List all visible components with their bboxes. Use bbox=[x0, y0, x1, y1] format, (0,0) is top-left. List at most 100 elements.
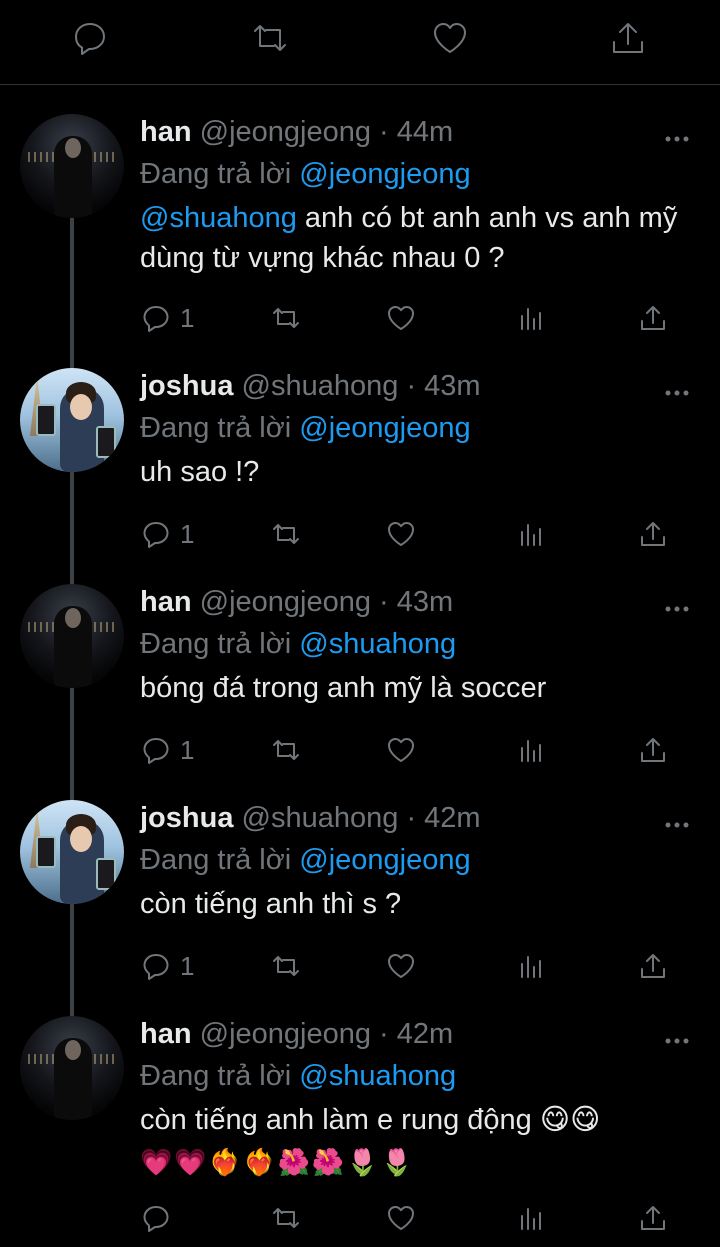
display-name[interactable]: joshua bbox=[140, 370, 233, 402]
more-options-icon[interactable] bbox=[662, 122, 692, 142]
display-name[interactable]: han bbox=[140, 1018, 192, 1050]
user-handle[interactable]: @jeongjeong bbox=[200, 116, 371, 148]
tweet-text: bóng đá trong anh mỹ là soccer bbox=[140, 672, 547, 704]
retweet-button[interactable] bbox=[270, 728, 302, 772]
avatar[interactable] bbox=[20, 114, 124, 218]
retweet-icon bbox=[273, 1208, 299, 1228]
heart-icon bbox=[388, 522, 414, 546]
tweet-header: han @jeongjeong · 44m bbox=[140, 114, 700, 154]
heart-icon bbox=[388, 1206, 414, 1230]
avatar[interactable] bbox=[20, 1016, 124, 1120]
replying-label: Đang trả lời bbox=[140, 844, 292, 876]
more-options-icon[interactable] bbox=[662, 1024, 692, 1044]
reply-icon[interactable] bbox=[70, 18, 110, 58]
share-icon bbox=[641, 954, 665, 978]
user-handle[interactable]: @jeongjeong bbox=[200, 586, 371, 618]
analytics-button[interactable] bbox=[515, 296, 547, 340]
replying-to-line: Đang trả lời @jeongjeong bbox=[140, 154, 700, 194]
user-handle[interactable]: @shuahong bbox=[242, 802, 399, 834]
more-options-icon[interactable] bbox=[662, 592, 692, 612]
user-handle[interactable]: @jeongjeong bbox=[200, 1018, 371, 1050]
analytics-icon bbox=[521, 524, 541, 546]
heart-icon bbox=[388, 738, 414, 762]
reply-button[interactable]: 1 bbox=[140, 728, 194, 772]
mention-link[interactable]: @shuahong bbox=[140, 202, 297, 234]
analytics-icon bbox=[521, 1208, 541, 1230]
tweet-text: còn tiếng anh làm e rung động 😋😋 bbox=[140, 1104, 601, 1136]
thread-connector bbox=[70, 218, 74, 370]
retweet-icon bbox=[273, 740, 299, 760]
analytics-button[interactable] bbox=[515, 1196, 547, 1240]
share-button[interactable] bbox=[637, 512, 669, 556]
retweet-icon bbox=[273, 524, 299, 544]
retweet-button[interactable] bbox=[270, 296, 302, 340]
display-name[interactable]: han bbox=[140, 116, 192, 148]
replying-label: Đang trả lời bbox=[140, 158, 292, 190]
tweet-actions: 1 bbox=[140, 296, 700, 340]
share-button[interactable] bbox=[637, 1196, 669, 1240]
timestamp[interactable]: 44m bbox=[397, 116, 453, 148]
share-icon bbox=[641, 522, 665, 546]
avatar[interactable] bbox=[20, 800, 124, 904]
reply-icon bbox=[143, 1206, 169, 1232]
share-icon[interactable] bbox=[608, 18, 648, 58]
like-button[interactable] bbox=[385, 296, 417, 340]
tweet-text: uh sao !? bbox=[140, 456, 260, 488]
reply-icon bbox=[143, 522, 169, 548]
timestamp[interactable]: 42m bbox=[424, 802, 480, 834]
replying-to-handle[interactable]: @shuahong bbox=[299, 1060, 456, 1092]
replying-to-handle[interactable]: @jeongjeong bbox=[299, 412, 470, 444]
reply-icon bbox=[143, 738, 169, 764]
tweet-header: han @jeongjeong · 42m bbox=[140, 1016, 700, 1056]
reply-icon bbox=[143, 954, 169, 980]
replying-to-handle[interactable]: @shuahong bbox=[299, 628, 456, 660]
retweet-icon bbox=[273, 956, 299, 976]
analytics-button[interactable] bbox=[515, 944, 547, 988]
separator-dot: · bbox=[406, 802, 417, 834]
tweet-header: joshua @shuahong · 43m bbox=[140, 368, 700, 408]
reply-button[interactable]: 1 bbox=[140, 296, 194, 340]
analytics-button[interactable] bbox=[515, 512, 547, 556]
like-button[interactable] bbox=[385, 944, 417, 988]
avatar[interactable] bbox=[20, 584, 124, 688]
user-handle[interactable]: @shuahong bbox=[242, 370, 399, 402]
share-button[interactable] bbox=[637, 944, 669, 988]
replying-to-handle[interactable]: @jeongjeong bbox=[299, 844, 470, 876]
like-button[interactable] bbox=[385, 1196, 417, 1240]
share-button[interactable] bbox=[637, 296, 669, 340]
replying-to-line: Đang trả lời @jeongjeong bbox=[140, 840, 700, 880]
reply-button[interactable]: 1 bbox=[140, 944, 194, 988]
heart-icon bbox=[388, 306, 414, 330]
display-name[interactable]: han bbox=[140, 586, 192, 618]
retweet-button[interactable] bbox=[270, 512, 302, 556]
tweet-header: joshua @shuahong · 42m bbox=[140, 800, 700, 840]
tweet-actions: 1 bbox=[140, 944, 700, 988]
timestamp[interactable]: 43m bbox=[397, 586, 453, 618]
more-options-icon[interactable] bbox=[662, 808, 692, 828]
analytics-button[interactable] bbox=[515, 728, 547, 772]
like-button[interactable] bbox=[385, 512, 417, 556]
more-options-icon[interactable] bbox=[662, 376, 692, 396]
retweet-icon[interactable] bbox=[250, 18, 290, 58]
tweet-text: còn tiếng anh thì s ? bbox=[140, 888, 402, 920]
timestamp[interactable]: 42m bbox=[397, 1018, 453, 1050]
replying-to-handle[interactable]: @jeongjeong bbox=[299, 158, 470, 190]
tweet-actions bbox=[140, 1196, 700, 1240]
avatar[interactable] bbox=[20, 368, 124, 472]
reply-button[interactable]: 1 bbox=[140, 512, 194, 556]
replying-to-line: Đang trả lời @jeongjeong bbox=[140, 408, 700, 448]
heart-icon[interactable] bbox=[430, 18, 470, 58]
share-button[interactable] bbox=[637, 728, 669, 772]
share-icon bbox=[641, 306, 665, 330]
reply-icon bbox=[143, 306, 169, 332]
replying-to-line: Đang trả lời @shuahong bbox=[140, 1056, 700, 1096]
replying-label: Đang trả lời bbox=[140, 628, 292, 660]
analytics-icon bbox=[521, 308, 541, 330]
display-name[interactable]: joshua bbox=[140, 802, 233, 834]
emoji-line: 💗💗❤️‍🔥❤️‍🔥🌺🌺🌷🌷 bbox=[140, 1147, 415, 1177]
like-button[interactable] bbox=[385, 728, 417, 772]
reply-button[interactable] bbox=[140, 1196, 172, 1240]
retweet-button[interactable] bbox=[270, 944, 302, 988]
timestamp[interactable]: 43m bbox=[424, 370, 480, 402]
retweet-button[interactable] bbox=[270, 1196, 302, 1240]
